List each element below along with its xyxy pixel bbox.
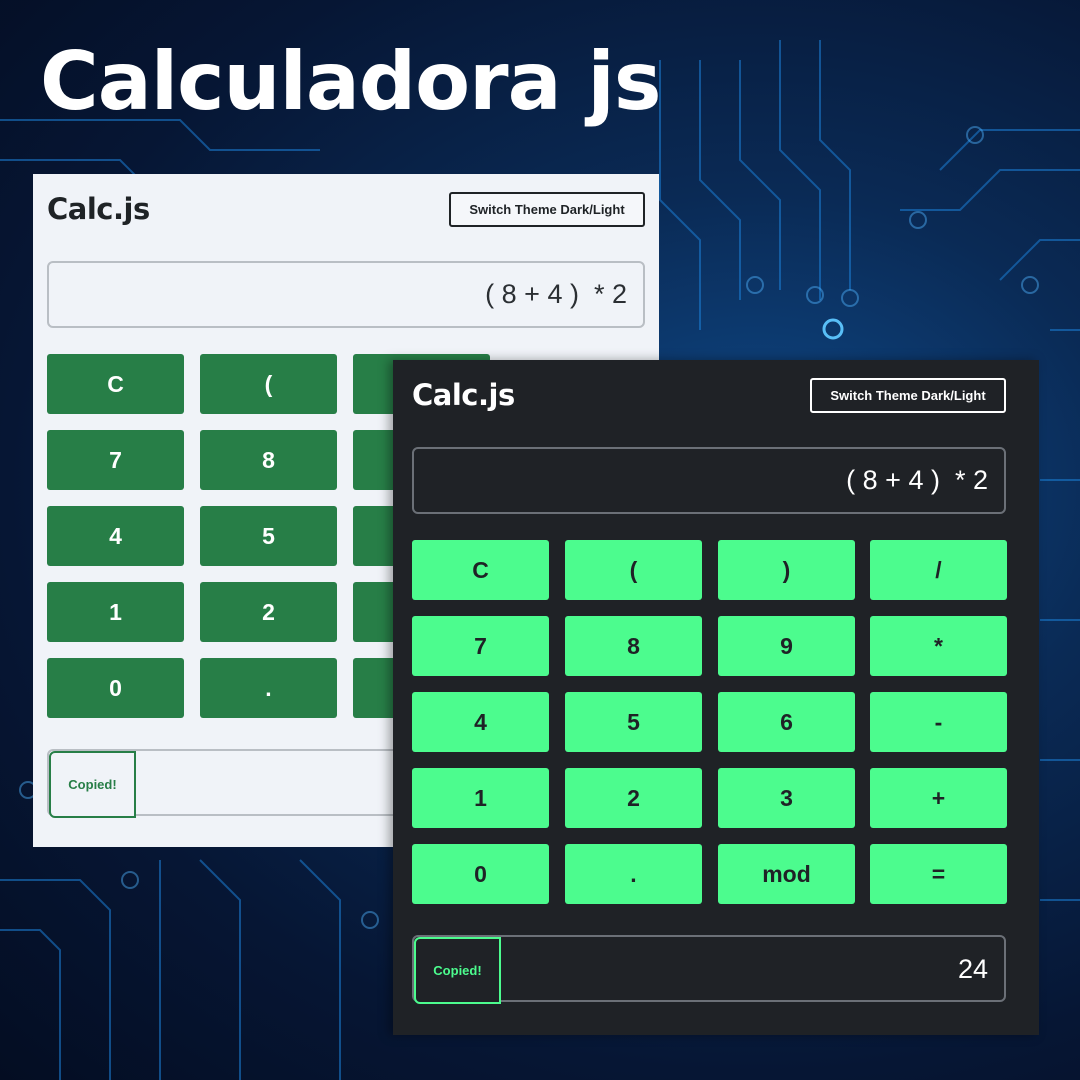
key-1[interactable]: 1 xyxy=(412,768,549,828)
key-mod[interactable]: mod xyxy=(718,844,855,904)
key-2[interactable]: 2 xyxy=(200,582,337,642)
calculator-header: Calc.js Switch Theme Dark/Light xyxy=(47,192,645,228)
expression-display[interactable]: ( 8 + 4 ) * 2 xyxy=(47,261,645,328)
key-clear[interactable]: C xyxy=(47,354,184,414)
key-5[interactable]: 5 xyxy=(565,692,702,752)
key-5[interactable]: 5 xyxy=(200,506,337,566)
result-value: 24 xyxy=(957,954,988,984)
calculator-dark-theme: Calc.js Switch Theme Dark/Light ( 8 + 4 … xyxy=(393,360,1039,1035)
key-decimal[interactable]: . xyxy=(200,658,337,718)
result-bar: Copied! 24 xyxy=(412,935,1006,1004)
key-6[interactable]: 6 xyxy=(718,692,855,752)
key-4[interactable]: 4 xyxy=(47,506,184,566)
key-8[interactable]: 8 xyxy=(565,616,702,676)
key-decimal[interactable]: . xyxy=(565,844,702,904)
key-0[interactable]: 0 xyxy=(412,844,549,904)
app-title: Calc.js xyxy=(47,192,150,226)
copy-button[interactable]: Copied! xyxy=(49,751,136,818)
key-multiply[interactable]: * xyxy=(870,616,1007,676)
key-equals[interactable]: = xyxy=(870,844,1007,904)
key-open-paren[interactable]: ( xyxy=(565,540,702,600)
key-9[interactable]: 9 xyxy=(718,616,855,676)
key-open-paren[interactable]: ( xyxy=(200,354,337,414)
key-4[interactable]: 4 xyxy=(412,692,549,752)
key-3[interactable]: 3 xyxy=(718,768,855,828)
key-close-paren[interactable]: ) xyxy=(718,540,855,600)
promo-title: Calculadora js xyxy=(40,35,661,128)
copy-button[interactable]: Copied! xyxy=(414,937,501,1004)
key-8[interactable]: 8 xyxy=(200,430,337,490)
switch-theme-button[interactable]: Switch Theme Dark/Light xyxy=(810,378,1006,413)
key-0[interactable]: 0 xyxy=(47,658,184,718)
key-subtract[interactable]: - xyxy=(870,692,1007,752)
app-title: Calc.js xyxy=(412,378,515,412)
key-1[interactable]: 1 xyxy=(47,582,184,642)
keypad: C ( ) / 7 8 9 * 4 5 6 - 1 2 3 + 0 . mod … xyxy=(412,540,1007,904)
key-add[interactable]: + xyxy=(870,768,1007,828)
key-7[interactable]: 7 xyxy=(47,430,184,490)
calculator-header: Calc.js Switch Theme Dark/Light xyxy=(412,378,1006,414)
switch-theme-button[interactable]: Switch Theme Dark/Light xyxy=(449,192,645,227)
expression-display[interactable]: ( 8 + 4 ) * 2 xyxy=(412,447,1006,514)
key-divide[interactable]: / xyxy=(870,540,1007,600)
key-clear[interactable]: C xyxy=(412,540,549,600)
key-7[interactable]: 7 xyxy=(412,616,549,676)
key-2[interactable]: 2 xyxy=(565,768,702,828)
